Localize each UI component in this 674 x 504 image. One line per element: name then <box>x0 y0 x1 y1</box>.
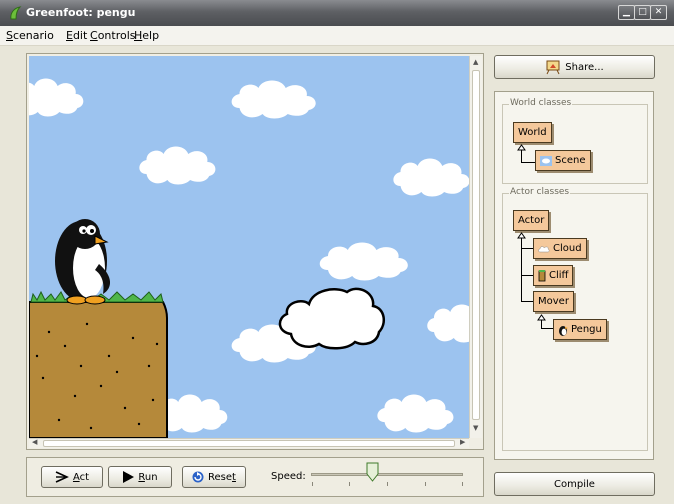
horizontal-scrollbar[interactable]: ◀ ▶ <box>29 438 469 448</box>
menu-controls[interactable]: Controls <box>90 29 136 42</box>
act-button[interactable]: Act <box>41 466 103 488</box>
class-world[interactable]: World <box>513 122 552 143</box>
greenfoot-logo-icon <box>10 6 22 20</box>
minimize-button[interactable]: ▁ <box>618 5 635 20</box>
inherit-line <box>521 301 533 302</box>
run-button[interactable]: Run <box>108 466 172 488</box>
window-title: Greenfoot: pengu <box>26 6 136 19</box>
pengu-sprite[interactable] <box>55 219 111 305</box>
play-icon <box>123 471 135 483</box>
inherit-line <box>521 150 522 162</box>
scroll-left-icon[interactable]: ◀ <box>32 438 37 446</box>
pengu-class-icon <box>559 325 568 336</box>
slider-tick <box>312 482 313 486</box>
class-actor[interactable]: Actor <box>513 210 550 231</box>
maximize-icon: □ <box>638 7 647 17</box>
scroll-down-icon[interactable]: ▼ <box>473 424 478 432</box>
class-mover[interactable]: Mover <box>533 291 574 312</box>
menu-bar: Scenario Edit Controls Help <box>0 26 674 46</box>
reset-button[interactable]: Reset <box>182 466 246 488</box>
slider-tick <box>387 482 388 486</box>
inherit-line <box>541 328 553 329</box>
title-bar: Greenfoot: pengu ▁ □ ✕ <box>0 0 674 26</box>
cliff-sprite <box>29 290 168 438</box>
cloud-sprite <box>377 394 454 433</box>
h-scrollbar-thumb[interactable] <box>43 440 455 447</box>
cloud-class-icon <box>538 245 550 252</box>
world-scene <box>29 78 469 438</box>
world-classes-title: World classes <box>509 98 573 108</box>
cloud-sprite <box>393 158 469 197</box>
actor-classes-title: Actor classes <box>509 187 571 197</box>
cliff-class-icon <box>538 269 546 281</box>
menu-help[interactable]: Help <box>134 29 159 42</box>
class-browser: World classes World Scene Actor classes … <box>494 91 654 460</box>
scrollbar-thumb[interactable] <box>472 70 480 420</box>
class-scene[interactable]: Scene <box>535 150 591 171</box>
slider-tick <box>349 482 350 486</box>
share-label: Share... <box>565 61 604 73</box>
class-cliff[interactable]: Cliff <box>533 265 574 286</box>
class-cloud[interactable]: Cloud <box>533 238 587 259</box>
cloud-sprite <box>29 78 84 117</box>
scroll-right-icon[interactable]: ▶ <box>460 438 465 446</box>
slider-tick <box>425 482 426 486</box>
class-pengu[interactable]: Pengu <box>553 319 607 340</box>
share-easel-icon <box>546 60 560 74</box>
inherit-arrow-icon <box>517 144 526 151</box>
menu-scenario[interactable]: Scenario <box>6 29 54 42</box>
scroll-up-icon[interactable]: ▲ <box>473 58 478 66</box>
scene-class-icon <box>540 155 552 166</box>
world-view[interactable] <box>29 56 469 438</box>
speed-slider-thumb[interactable] <box>366 462 379 482</box>
inherit-line <box>521 162 535 163</box>
selected-cloud-sprite[interactable] <box>278 287 386 350</box>
cloud-sprite <box>319 242 408 281</box>
share-button[interactable]: Share... <box>494 55 655 79</box>
inherit-line <box>521 248 533 249</box>
speed-label: Speed: <box>271 471 306 482</box>
menu-edit[interactable]: Edit <box>66 29 87 42</box>
minimize-icon: ▁ <box>623 7 630 17</box>
reset-icon <box>192 471 204 483</box>
cloud-sprite <box>139 146 216 185</box>
close-icon: ✕ <box>654 7 663 17</box>
maximize-button[interactable]: □ <box>634 5 651 20</box>
vertical-scrollbar[interactable]: ▲ ▼ <box>469 56 482 438</box>
cloud-sprite <box>231 80 316 119</box>
inherit-line <box>541 320 542 328</box>
slider-tick <box>462 482 463 486</box>
speed-slider-track[interactable] <box>311 473 463 476</box>
inherit-line <box>521 275 533 276</box>
compile-label: Compile <box>554 478 595 490</box>
compile-button[interactable]: Compile <box>494 472 655 496</box>
close-button[interactable]: ✕ <box>650 5 667 20</box>
step-icon <box>55 471 69 483</box>
cloud-sprite <box>427 304 469 343</box>
